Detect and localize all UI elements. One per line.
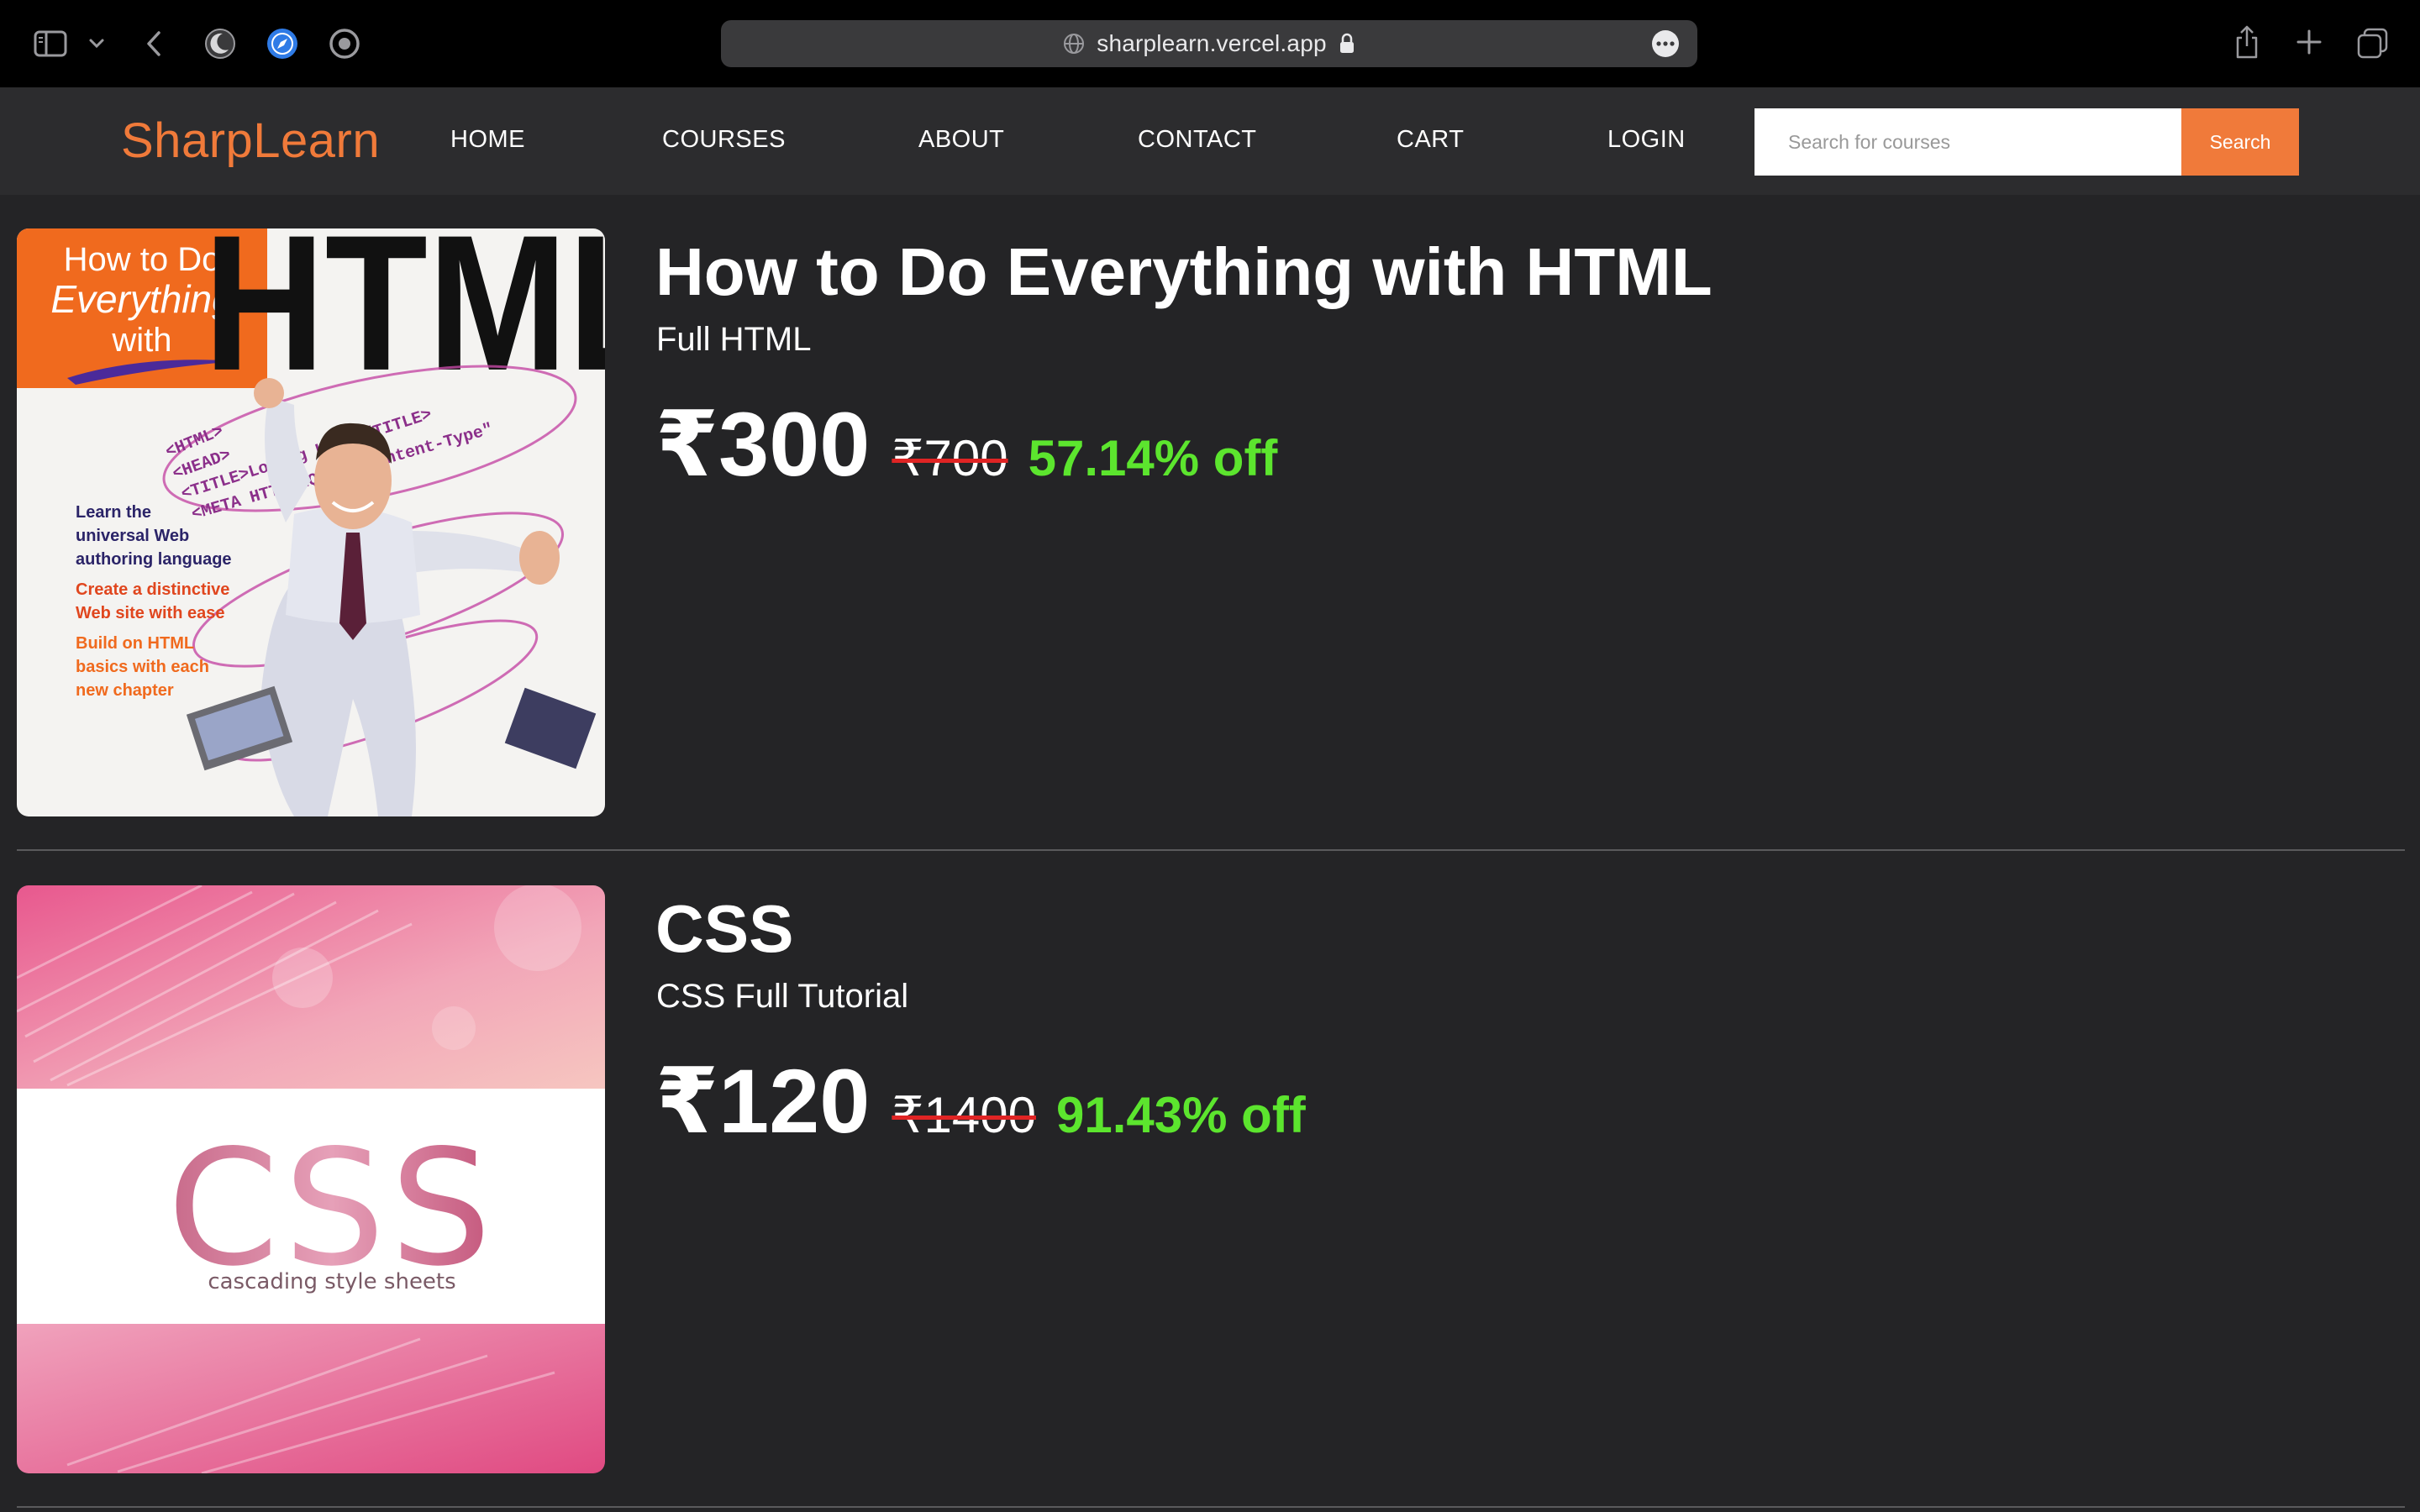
cover-tagline: cascading style sheets — [208, 1269, 455, 1294]
url-text: sharplearn.vercel.app — [1097, 30, 1327, 56]
current-price: ₹300 — [655, 393, 871, 495]
course-title[interactable]: How to Do Everything with HTML — [655, 234, 1712, 311]
course-cover-image[interactable]: CSS cascading style sheets — [17, 885, 605, 1473]
discount-badge: 57.14% off — [1028, 430, 1278, 486]
browser-toolbar: sharplearn.vercel.app — [0, 0, 2420, 87]
course-divider — [17, 849, 2405, 851]
search-button[interactable]: Search — [2181, 108, 2299, 176]
back-arrow-icon[interactable] — [143, 29, 165, 59]
course-subtitle: Full HTML — [656, 321, 812, 358]
brand-logo[interactable]: SharpLearn — [121, 113, 380, 169]
price-row: ₹300 ₹700 57.14% off — [655, 391, 1277, 497]
new-tab-plus-icon[interactable] — [2294, 27, 2324, 57]
original-price: ₹1400 — [892, 1087, 1036, 1143]
nav-login[interactable]: LOGIN — [1607, 126, 1686, 154]
cover-blurb-text: basics with each — [76, 658, 209, 676]
compass-extension-icon[interactable] — [266, 27, 299, 60]
search-input[interactable] — [1754, 108, 2181, 176]
course-divider — [17, 1506, 2405, 1508]
course-subtitle: CSS Full Tutorial — [656, 978, 909, 1015]
tab-overview-icon[interactable] — [2356, 27, 2390, 60]
course-title[interactable]: CSS — [655, 890, 794, 968]
discount-badge: 91.43% off — [1056, 1087, 1306, 1143]
sidebar-toggle-icon[interactable] — [34, 30, 67, 57]
cover-banner-line: How to Do — [64, 241, 221, 278]
course-cover-image[interactable]: How to Do Everything with HTML <HTML> <H… — [17, 228, 605, 816]
share-icon[interactable] — [2232, 24, 2262, 60]
nav-cart[interactable]: CART — [1397, 126, 1464, 154]
address-bar[interactable]: sharplearn.vercel.app — [721, 20, 1697, 67]
record-extension-icon[interactable] — [328, 27, 361, 60]
nav-contact[interactable]: CONTACT — [1138, 126, 1257, 154]
chevron-down-icon[interactable] — [87, 35, 106, 52]
price-row: ₹120 ₹1400 91.43% off — [655, 1048, 1306, 1154]
globe-icon — [1063, 33, 1085, 55]
more-options-icon[interactable] — [1652, 30, 1679, 57]
lock-icon — [1339, 33, 1355, 55]
cover-blurb-text: Learn the — [76, 503, 151, 522]
cover-blurb-text: Web site with ease — [76, 604, 224, 622]
cover-blurb-text: Build on HTML — [76, 634, 194, 653]
nav-courses[interactable]: COURSES — [662, 126, 786, 154]
original-price: ₹700 — [892, 430, 1008, 486]
nav-about[interactable]: ABOUT — [918, 126, 1004, 154]
cover-blurb-text: universal Web — [76, 527, 189, 545]
cover-blurb-text: new chapter — [76, 681, 174, 700]
night-mode-icon[interactable] — [203, 27, 237, 60]
site-navbar: SharpLearn HOME COURSES ABOUT CONTACT CA… — [0, 87, 2420, 195]
cover-blurb-text: authoring language — [76, 550, 232, 569]
cover-blurb-text: Create a distinctive — [76, 580, 229, 599]
current-price: ₹120 — [655, 1050, 871, 1152]
nav-home[interactable]: HOME — [450, 126, 525, 154]
cover-banner-line: with — [111, 322, 171, 359]
